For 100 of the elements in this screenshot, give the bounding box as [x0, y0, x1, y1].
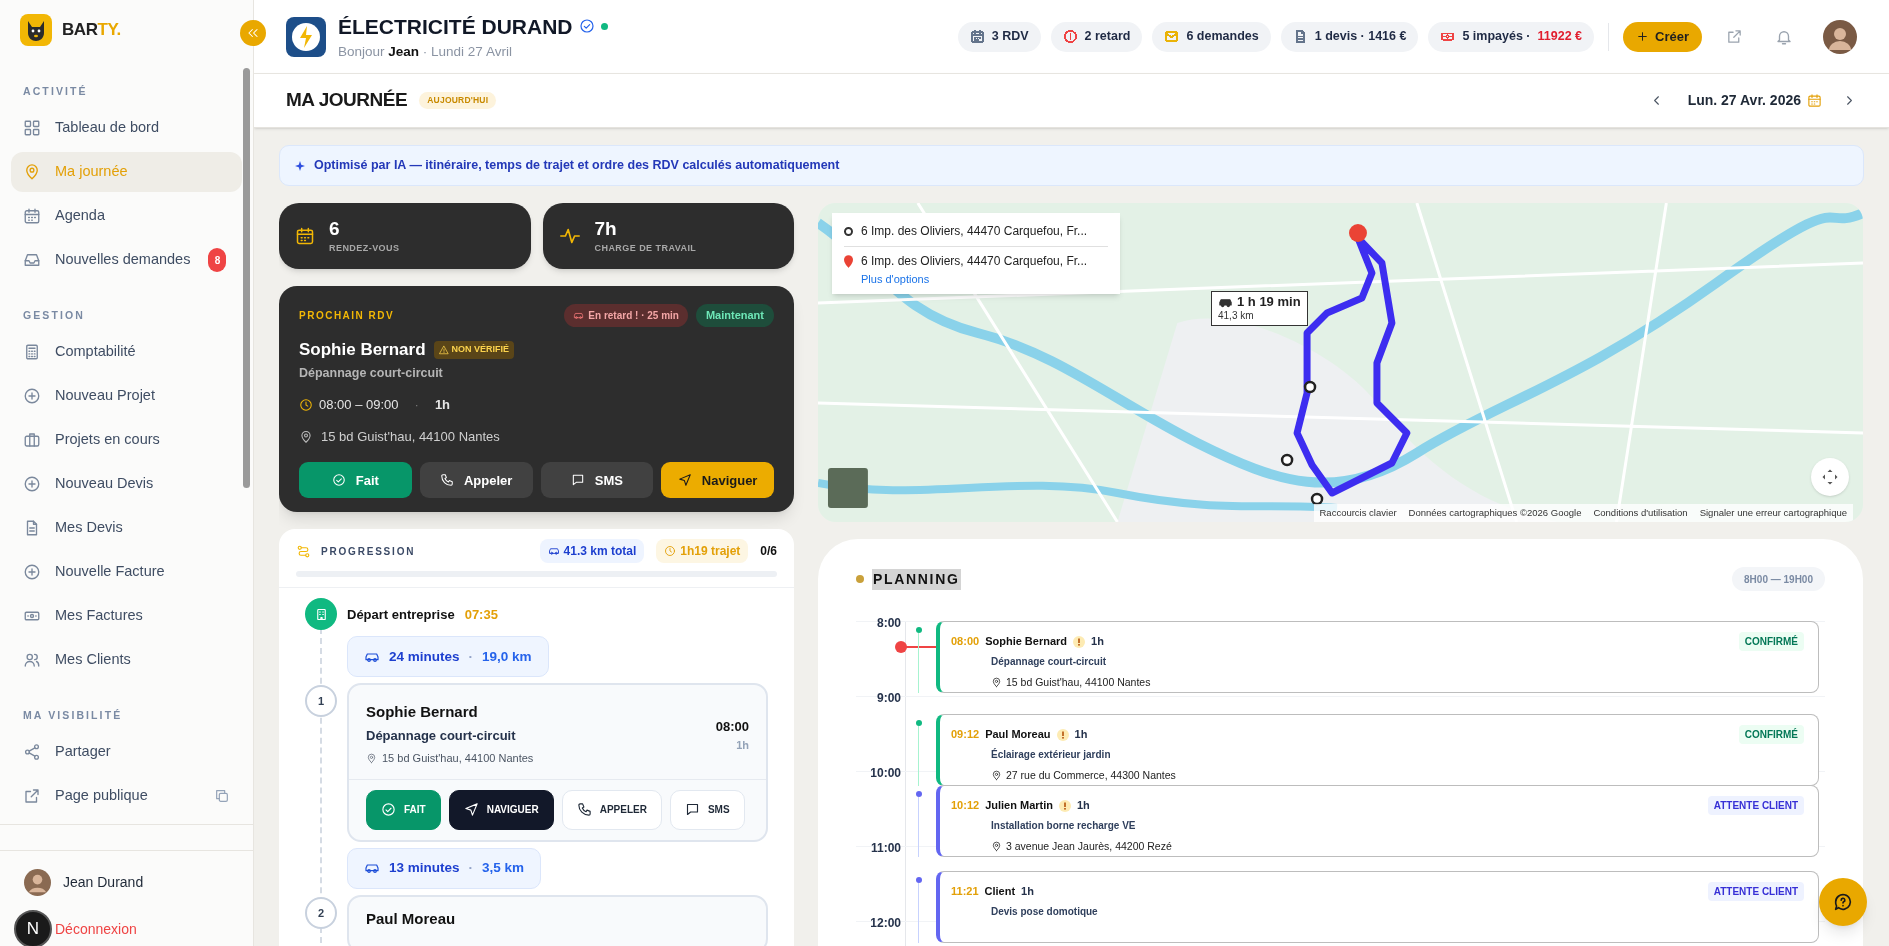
stat-value: 6	[329, 219, 341, 238]
date-label[interactable]: Lun. 27 Avr. 2026	[1687, 90, 1801, 111]
chat-bubble-icon	[570, 473, 585, 488]
check-circle-icon	[381, 802, 396, 818]
share-icon	[23, 743, 41, 761]
appointment-time: 08:00	[715, 718, 749, 737]
planning-event[interactable]: 09:12 Paul Moreau 1h CONFIRMÉ Éclairage extérieur jardin 27 rue du Commerce, 44300 Nantes	[936, 714, 1819, 786]
sidebar-item[interactable]: Comptabilité	[11, 332, 242, 372]
event-duration: 1h	[1021, 884, 1034, 900]
avatar-icon[interactable]	[1823, 19, 1857, 54]
travel-time-badge: 1h19 trajet	[656, 539, 749, 564]
event-client: Sophie Bernard	[985, 634, 1068, 650]
travel-distance: 19,0 km	[482, 647, 532, 666]
address: 15 bd Guist'hau, 44100 Nantes	[321, 427, 500, 446]
more-options-link[interactable]: Plus d'options	[844, 271, 1108, 288]
map-pin-icon	[23, 163, 41, 181]
duration: 1h	[736, 737, 749, 753]
grid-icon	[23, 119, 41, 137]
sidebar-item[interactable]: Partager	[11, 732, 242, 772]
dev-tools-badge[interactable]: N	[14, 910, 52, 946]
external-link-icon[interactable]	[1726, 28, 1743, 45]
map-attribution[interactable]: Conditions d'utilisation	[1587, 503, 1694, 522]
inbox-icon	[23, 251, 41, 269]
sidebar-item[interactable]: Nouveau Devis	[11, 464, 242, 504]
map-attribution[interactable]: Données cartographiques ©2026 Google	[1402, 503, 1588, 522]
planning-event[interactable]: 08:00 Sophie Bernard 1h CONFIRMÉ Dépannage court-circuit 15 bd Guist'hau, 44100 Nantes	[936, 621, 1819, 693]
event-service: Éclairage extérieur jardin	[990, 747, 1112, 762]
sidebar-item[interactable]: Nouvelles demandes 8	[11, 240, 242, 280]
navigate-button[interactable]: NAVIGUER	[448, 789, 554, 830]
map-pin-icon	[991, 841, 1002, 853]
call-button[interactable]: APPELER	[561, 789, 662, 830]
map-attribution[interactable]: Raccourcis clavier	[1313, 503, 1403, 522]
create-button[interactable]: Créer	[1623, 21, 1702, 52]
separator-dot: ·	[468, 859, 474, 878]
section-heading: GESTION	[23, 309, 85, 321]
done-button[interactable]: FAIT	[366, 789, 441, 830]
satellite-view-thumbnail[interactable]	[828, 468, 868, 508]
summary-pill[interactable]: 5 impayés · 11922 €	[1428, 21, 1595, 52]
avatar-icon	[24, 869, 51, 896]
today-badge: AUJOURD'HUI	[419, 92, 497, 109]
route-duration: 1 h 19 min	[1237, 294, 1301, 311]
start-label: Départ entreprise	[347, 605, 455, 624]
event-time: 10:12	[951, 798, 980, 814]
sidebar-item[interactable]: Agenda	[11, 196, 242, 236]
dog-logo-icon	[20, 14, 52, 46]
external-link-icon	[23, 787, 41, 805]
calculator-icon	[23, 343, 41, 361]
company-name: ÉLECTRICITÉ DURAND	[338, 13, 573, 40]
sidebar-item[interactable]: Mes Devis	[11, 508, 242, 548]
planning-event[interactable]: 11:21 Client 1h ATTENTE CLIENT Devis pose domotique	[936, 871, 1819, 943]
event-duration: 1h	[1091, 634, 1104, 650]
users-icon	[23, 651, 41, 669]
start-time: 07:35	[464, 605, 498, 624]
sidebar-item[interactable]: Page publique	[11, 776, 242, 816]
planning-event[interactable]: 10:12 Julien Martin 1h ATTENTE CLIENT Installation borne recharge VE 3 avenue Jean Jaurès, 44200 Rezé	[936, 785, 1819, 857]
sidebar-item[interactable]: Nouveau Projet	[11, 376, 242, 416]
client-name: Sophie Bernard	[366, 702, 479, 723]
separator-dot: ·	[468, 647, 474, 666]
sidebar-item[interactable]: Tableau de bord	[11, 108, 242, 148]
summary-pill[interactable]: 2 retard	[1050, 21, 1143, 52]
copy-icon[interactable]	[214, 788, 230, 804]
sidebar-item[interactable]: Nouvelle Facture	[11, 552, 242, 592]
stat-label: RENDEZ-VOUS	[329, 244, 400, 253]
map-attribution[interactable]: Signaler une erreur cartographique	[1693, 503, 1853, 522]
sidebar-item[interactable]: Projets en cours	[11, 420, 242, 460]
map-pin-icon	[299, 429, 313, 444]
client-name: Sophie Bernard	[299, 339, 426, 361]
map-pin-icon	[844, 254, 853, 268]
navigate-button[interactable]: Naviguer	[661, 462, 774, 499]
call-button[interactable]: Appeler	[419, 462, 533, 499]
hour-label: 8:00	[875, 615, 901, 632]
hour-label: 12:00	[869, 915, 901, 932]
sidebar-item[interactable]: Mes Factures	[11, 596, 242, 636]
logout-link[interactable]: Déconnexion	[55, 918, 137, 940]
sidebar-item[interactable]: Mes Clients	[11, 640, 242, 680]
event-address: 3 avenue Jean Jaurès, 44200 Rezé	[1006, 839, 1172, 854]
route-destination: 6 Imp. des Oliviers, 44470 Carquefou, Fr...	[861, 253, 1088, 270]
status-badge: CONFIRMÉ	[1738, 632, 1804, 651]
service-name: Dépannage court-circuit	[366, 726, 517, 745]
hour-label: 11:00	[869, 840, 901, 857]
collapse-sidebar-button[interactable]	[240, 20, 266, 46]
section-heading: MA VISIBILITÉ	[23, 709, 123, 721]
phone-icon	[439, 473, 454, 488]
done-button[interactable]: Fait	[299, 462, 412, 499]
progress-count: 0/6	[760, 543, 777, 561]
status-badge: ATTENTE CLIENT	[1707, 796, 1804, 815]
event-duration: 1h	[1077, 798, 1090, 814]
sms-button[interactable]: SMS	[540, 462, 654, 499]
sms-button[interactable]: SMS	[669, 789, 745, 830]
hour-label: 10:00	[869, 765, 901, 782]
summary-pill[interactable]: 1 devis · 1416 €	[1280, 21, 1419, 52]
navigation-arrow-icon	[463, 802, 479, 818]
summary-pill[interactable]: 3 RDV	[957, 21, 1041, 52]
late-badge: En retard ! · 25 min	[564, 304, 688, 327]
event-address: 15 bd Guist'hau, 44100 Nantes	[1006, 675, 1151, 690]
summary-pill[interactable]: 6 demandes	[1152, 21, 1271, 52]
calendar-icon	[23, 207, 41, 225]
clock-icon	[299, 398, 313, 412]
plus-circle-icon	[23, 563, 41, 581]
step-number: 1	[305, 685, 337, 718]
